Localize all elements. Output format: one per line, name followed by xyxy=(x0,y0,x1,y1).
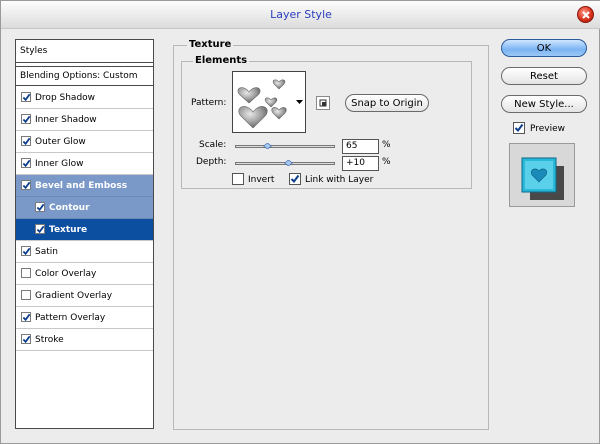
scale-slider-thumb[interactable] xyxy=(263,143,272,149)
style-checkbox-outer-glow[interactable] xyxy=(21,136,31,146)
style-item-gradient-overlay[interactable]: Gradient Overlay xyxy=(16,285,153,307)
style-item-bevel-and-emboss[interactable]: Bevel and Emboss xyxy=(16,175,153,197)
style-item-drop-shadow[interactable]: Drop Shadow xyxy=(16,87,153,109)
styles-header[interactable]: Styles xyxy=(16,40,153,63)
new-style-label: New Style... xyxy=(514,99,574,110)
checkmark-icon xyxy=(22,313,31,322)
pattern-dropdown-button[interactable] xyxy=(293,71,306,133)
styles-list: Styles Blending Options: Custom Drop Sha… xyxy=(15,39,154,429)
style-item-inner-glow[interactable]: Inner Glow xyxy=(16,153,153,175)
ok-button[interactable]: OK xyxy=(501,39,587,57)
style-label-inner-glow: Inner Glow xyxy=(35,159,84,169)
dialog-title: Layer Style xyxy=(270,8,332,21)
close-button[interactable] xyxy=(577,6,594,23)
texture-group-title: Texture xyxy=(187,39,234,50)
style-label-stroke: Stroke xyxy=(35,335,64,345)
checkmark-icon xyxy=(514,123,524,133)
heart-pattern-icon xyxy=(237,79,287,129)
checkmark-icon xyxy=(22,159,31,168)
snap-to-origin-label: Snap to Origin xyxy=(351,98,423,109)
style-label-contour: Contour xyxy=(49,203,90,213)
checkmark-icon xyxy=(22,93,31,102)
checkmark-icon xyxy=(290,174,300,184)
reset-label: Reset xyxy=(530,71,558,82)
snap-to-origin-button[interactable]: Snap to Origin xyxy=(345,94,429,112)
scale-label: Scale: xyxy=(199,140,227,150)
styles-header-label: Styles xyxy=(20,46,48,56)
style-checkbox-color-overlay[interactable] xyxy=(21,268,31,278)
elements-group-title: Elements xyxy=(193,55,250,66)
checkmark-icon xyxy=(22,181,31,190)
style-item-outer-glow[interactable]: Outer Glow xyxy=(16,131,153,153)
style-item-inner-shadow[interactable]: Inner Shadow xyxy=(16,109,153,131)
style-preview xyxy=(509,143,575,207)
pattern-picker[interactable] xyxy=(232,71,294,133)
dropdown-arrow-icon xyxy=(296,100,303,104)
blending-options-item[interactable]: Blending Options: Custom xyxy=(16,66,153,86)
link-with-layer-label: Link with Layer xyxy=(305,175,374,185)
preview-swatch-icon xyxy=(521,157,564,200)
depth-unit: % xyxy=(382,157,391,167)
invert-label: Invert xyxy=(248,175,275,185)
scale-slider[interactable] xyxy=(235,145,335,148)
style-label-outer-glow: Outer Glow xyxy=(35,137,86,147)
style-item-color-overlay[interactable]: Color Overlay xyxy=(16,263,153,285)
style-label-pattern-overlay: Pattern Overlay xyxy=(35,313,106,323)
invert-checkbox[interactable] xyxy=(232,173,244,185)
checkmark-icon xyxy=(22,115,31,124)
style-checkbox-drop-shadow[interactable] xyxy=(21,92,31,102)
style-label-satin: Satin xyxy=(35,247,58,257)
depth-input[interactable]: +10 xyxy=(342,156,379,171)
new-preset-icon xyxy=(319,99,327,107)
style-item-contour[interactable]: Contour xyxy=(16,197,153,219)
link-with-layer-checkbox[interactable] xyxy=(289,173,301,185)
layer-style-dialog: Layer Style Styles Blending Options: Cus… xyxy=(0,0,600,444)
style-item-texture[interactable]: Texture xyxy=(16,219,153,241)
reset-button[interactable]: Reset xyxy=(501,67,587,85)
checkmark-icon xyxy=(22,335,31,344)
style-checkbox-inner-glow[interactable] xyxy=(21,158,31,168)
elements-group-box xyxy=(181,61,472,189)
style-label-gradient-overlay: Gradient Overlay xyxy=(35,291,113,301)
preview-label: Preview xyxy=(530,124,566,134)
style-item-stroke[interactable]: Stroke xyxy=(16,329,153,351)
style-item-satin[interactable]: Satin xyxy=(16,241,153,263)
blending-options-label: Blending Options: Custom xyxy=(20,71,138,81)
checkmark-icon xyxy=(22,247,31,256)
checkmark-icon xyxy=(22,137,31,146)
style-checkbox-texture[interactable] xyxy=(35,224,45,234)
checkmark-icon xyxy=(36,203,45,212)
style-label-inner-shadow: Inner Shadow xyxy=(35,115,97,125)
style-label-texture: Texture xyxy=(49,225,88,235)
depth-label: Depth: xyxy=(196,157,227,167)
checkmark-icon xyxy=(36,225,45,234)
ok-label: OK xyxy=(536,43,552,54)
close-icon xyxy=(582,11,590,19)
style-label-drop-shadow: Drop Shadow xyxy=(35,93,96,103)
new-style-button[interactable]: New Style... xyxy=(501,95,587,113)
style-checkbox-contour[interactable] xyxy=(35,202,45,212)
pattern-label: Pattern: xyxy=(191,98,227,108)
scale-unit: % xyxy=(382,140,391,150)
title-bar: Layer Style xyxy=(1,1,600,29)
new-preset-button[interactable] xyxy=(316,96,330,110)
style-checkbox-pattern-overlay[interactable] xyxy=(21,312,31,322)
style-checkbox-stroke[interactable] xyxy=(21,334,31,344)
style-checkbox-gradient-overlay[interactable] xyxy=(21,290,31,300)
style-checkbox-bevel-and-emboss[interactable] xyxy=(21,180,31,190)
style-label-color-overlay: Color Overlay xyxy=(35,269,97,279)
style-checkbox-inner-shadow[interactable] xyxy=(21,114,31,124)
style-checkbox-satin[interactable] xyxy=(21,246,31,256)
style-label-bevel-and-emboss: Bevel and Emboss xyxy=(35,181,128,191)
style-item-pattern-overlay[interactable]: Pattern Overlay xyxy=(16,307,153,329)
depth-slider-thumb[interactable] xyxy=(284,160,293,166)
scale-input[interactable]: 65 xyxy=(342,139,379,154)
preview-checkbox[interactable] xyxy=(513,122,525,134)
